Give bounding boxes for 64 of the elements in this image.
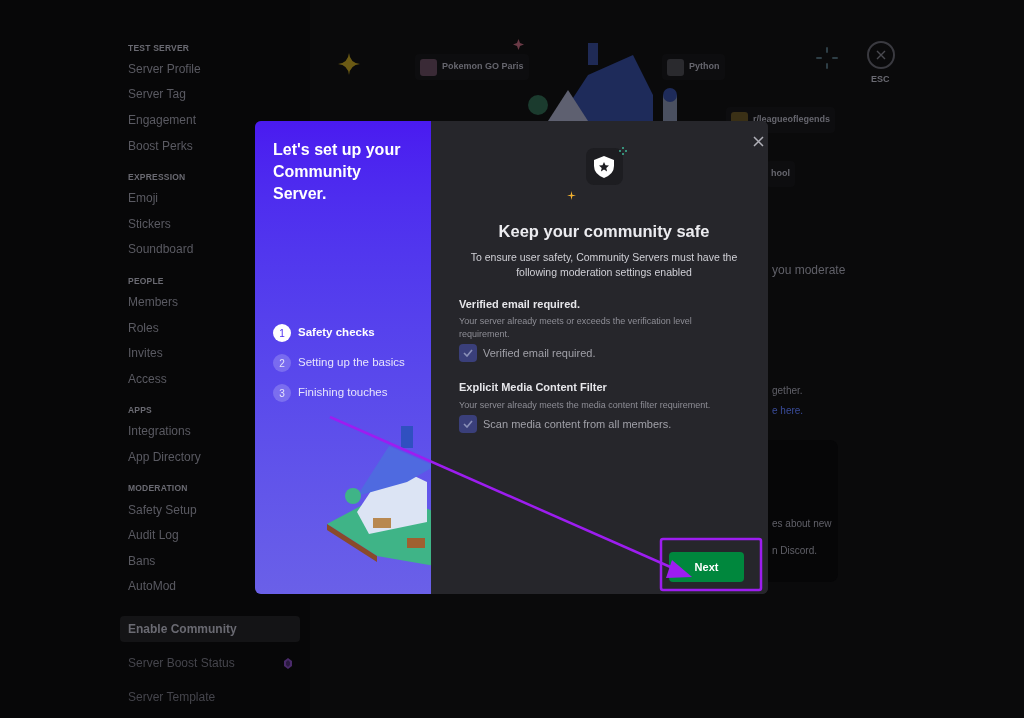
checkmark-icon (463, 419, 473, 428)
sparkle-icon (567, 191, 576, 200)
sidebar-item[interactable]: Safety Setup (120, 496, 205, 523)
sidebar-item[interactable]: Engagement (120, 107, 205, 133)
step-number: 1 (273, 324, 291, 342)
server-chip: Python (662, 54, 725, 80)
step-number: 3 (273, 384, 291, 402)
close-icon[interactable] (753, 136, 764, 147)
step-item: 3 Finishing touches (273, 384, 413, 402)
sidebar-item[interactable]: Members (120, 289, 186, 315)
setting-note: Your server already meets or exceeds the verification level requirement. (459, 315, 693, 342)
sidebar-item[interactable]: App Directory (120, 444, 209, 470)
modal-description: To ensure user safety, Community Servers must have the following moderation settings enabled (469, 249, 739, 280)
section-heading: TEST SERVER (127, 41, 191, 55)
server-icon (667, 58, 684, 76)
sparkle-icon (513, 39, 524, 50)
setting-title: Verified email required. (459, 296, 582, 312)
next-button[interactable]: Next (669, 552, 744, 582)
checkmark-icon (463, 349, 473, 358)
checkbox-label: Verified email required. (483, 346, 596, 361)
step-number: 2 (273, 354, 291, 372)
gem-icon (284, 657, 292, 669)
shield-star-icon (594, 155, 614, 178)
checkbox-label: Scan media content from all members. (483, 416, 672, 432)
setting-note: Your server already meets the media content filter requirement. (459, 398, 712, 412)
sidebar-item[interactable]: Access (120, 365, 175, 392)
sidebar-item[interactable]: Roles (120, 314, 167, 341)
sidebar-item[interactable]: Enable Community (120, 616, 300, 643)
text-fragment: e here. (772, 404, 804, 418)
modal-heading: Keep your community safe (498, 221, 710, 242)
sparkle-icon (338, 53, 360, 75)
sidebar-item[interactable]: Server Template (120, 684, 300, 711)
server-chip: hool (766, 161, 795, 187)
text-fragment: es about new (772, 517, 832, 531)
close-icon (876, 50, 886, 60)
sidebar-item[interactable]: Invites (120, 340, 171, 366)
sidebar-item[interactable]: Audit Log (120, 522, 187, 548)
sidebar-item[interactable]: Integrations (120, 418, 199, 445)
setting-title: Explicit Media Content Filter (459, 380, 608, 396)
checkbox[interactable] (459, 414, 477, 433)
sidebar-item[interactable]: Server Tag (120, 81, 194, 108)
step-item: 2 Setting up the basics (273, 354, 413, 372)
sidebar-item[interactable]: Server Profile (120, 56, 209, 82)
step-item: 1 Safety checks (273, 324, 413, 342)
server-icon (420, 58, 437, 76)
modal-title: Let's set up your Community Server. (273, 140, 402, 204)
sidebar-item[interactable]: Emoji (120, 185, 166, 211)
sidebar-item[interactable]: Stickers (120, 210, 179, 237)
text-fragment: you moderate (772, 262, 846, 279)
sparkle-icon (816, 47, 838, 69)
section-heading: PEOPLE (127, 274, 165, 288)
sparkle-icon (619, 147, 627, 155)
text-fragment: gether. (772, 384, 803, 398)
checkbox[interactable] (459, 344, 477, 363)
text-fragment: n Discord. (772, 544, 817, 558)
sidebar-item[interactable]: Bans (120, 547, 164, 574)
sidebar-item[interactable]: AutoMod (120, 573, 185, 600)
section-heading: APPS (127, 404, 153, 418)
server-chip: Pokemon GO Paris (415, 54, 529, 80)
section-heading: MODERATION (127, 482, 189, 496)
esc-label: ESC (871, 73, 890, 86)
sidebar-item[interactable]: Server Boost Status (120, 650, 300, 677)
sidebar-item[interactable]: Soundboard (120, 236, 202, 263)
sidebar-item[interactable]: Boost Perks (120, 132, 201, 159)
